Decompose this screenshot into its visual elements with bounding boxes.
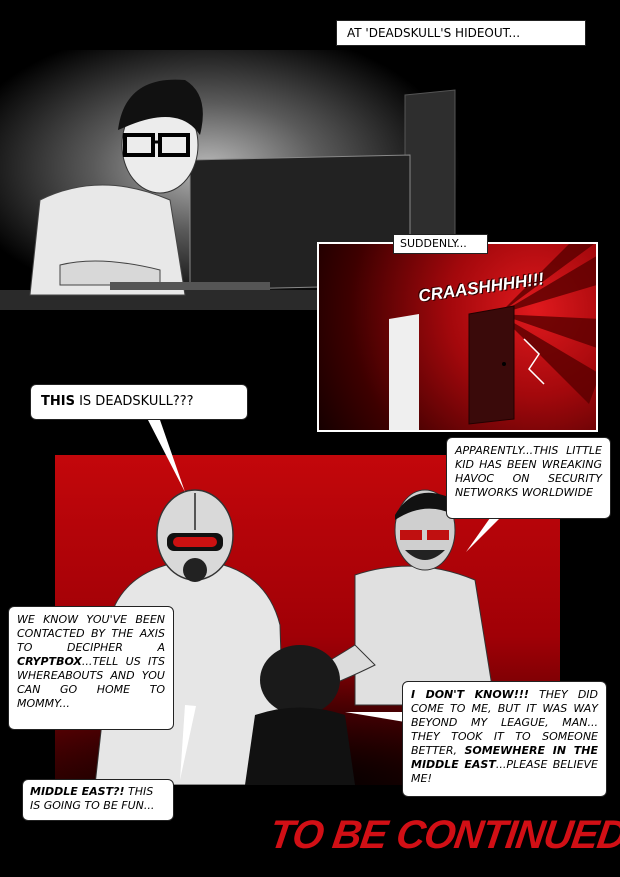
bubble-this-is-bold: THIS [41, 394, 75, 409]
bubble-middle-east: MIDDLE EAST?! THIS IS GOING TO BE FUN... [22, 779, 174, 821]
bubble-this-is-deadskull: THIS IS DEADSKULL??? [30, 384, 248, 420]
bubble-apparently-text: APPARENTLY...THIS LITTLE KID HAS BEEN WR… [455, 444, 602, 499]
bubble-apparently: APPARENTLY...THIS LITTLE KID HAS BEEN WR… [446, 437, 611, 519]
to-be-continued-title: TO BE CONTINUED... [266, 813, 620, 857]
comic-page: AT 'DEADSKULL'S HIDEOUT... CRAASHHHH!!! … [0, 0, 620, 877]
bubble-middle-east-bold: MIDDLE EAST?! [30, 785, 125, 798]
bubble-we-know-bold: CRYPTBOX [17, 655, 82, 668]
bubble-we-know-part1: WE KNOW YOU'VE BEEN CONTACTED BY THE AXI… [17, 613, 165, 654]
bubble-i-dont-know: I DON'T KNOW!!! THEY DID COME TO ME, BUT… [402, 681, 607, 797]
bubble-this-is-rest: IS DEADSKULL??? [74, 394, 194, 409]
bubble-i-dont-know-bold1: I DON'T KNOW!!! [411, 688, 529, 701]
bubble-we-know: WE KNOW YOU'VE BEEN CONTACTED BY THE AXI… [8, 606, 174, 730]
